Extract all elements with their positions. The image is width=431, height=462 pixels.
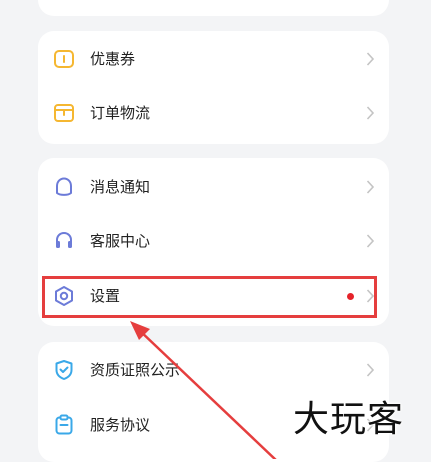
annotation-arrow — [130, 321, 277, 459]
watermark-text: 大玩客 — [293, 399, 405, 440]
